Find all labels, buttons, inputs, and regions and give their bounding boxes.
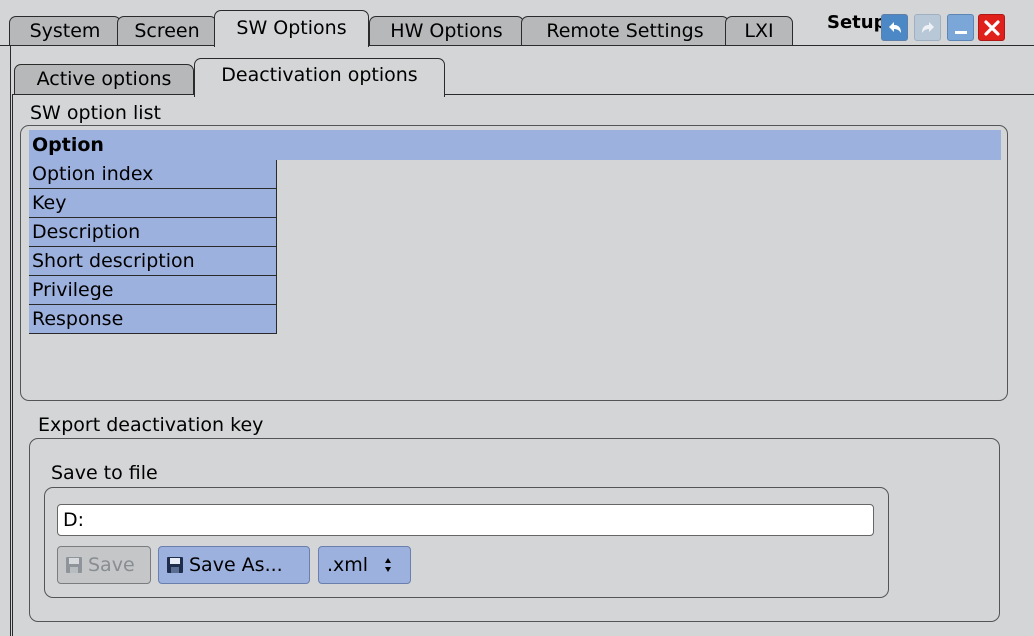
redo-icon [921,21,934,33]
file-format-select[interactable]: .xml [318,546,411,584]
export-group-label: Export deactivation key [38,414,264,436]
subtab-active-options[interactable]: Active options [14,64,194,94]
tab-lxi[interactable]: LXI [725,16,793,46]
save-button[interactable]: Save [57,546,151,584]
panel-left-border [10,46,11,636]
undo-icon [888,21,901,33]
subtab-deactivation-options[interactable]: Deactivation options [194,58,445,97]
tab-remote-settings[interactable]: Remote Settings [521,16,729,46]
sw-option-list-label: SW option list [30,102,161,124]
tab-screen[interactable]: Screen [117,16,217,46]
option-list-header[interactable]: Option [29,130,1001,160]
undo-button[interactable] [881,14,908,41]
save-as-button[interactable]: Save As... [158,546,310,584]
tab-system[interactable]: System [9,16,121,46]
minimize-button[interactable] [947,14,974,41]
subpanel-left-border [12,94,13,636]
file-path-field[interactable]: D: [57,504,874,536]
minimize-icon [954,30,967,34]
floppy-disk-icon [66,557,82,573]
tab-hw-options[interactable]: HW Options [369,16,524,46]
tab-bar-divider [0,45,1034,46]
list-item[interactable]: Description [29,218,277,247]
list-item[interactable]: Option index [29,160,277,189]
list-item[interactable]: Privilege [29,276,277,305]
close-button[interactable] [978,14,1005,41]
floppy-disk-icon [167,557,183,573]
spinner-arrows-icon [385,558,392,572]
redo-button[interactable] [914,14,941,41]
tab-sw-options[interactable]: SW Options [214,10,369,47]
subtab-divider [12,94,1034,95]
list-item[interactable]: Short description [29,247,277,276]
dialog-title: Setup [827,12,887,33]
close-icon [983,19,1000,36]
top-tab-bar: System Screen SW Options HW Options Remo… [0,0,1034,47]
list-item[interactable]: Response [29,305,277,334]
save-to-file-label: Save to file [51,462,158,484]
list-item[interactable]: Key [29,189,277,218]
